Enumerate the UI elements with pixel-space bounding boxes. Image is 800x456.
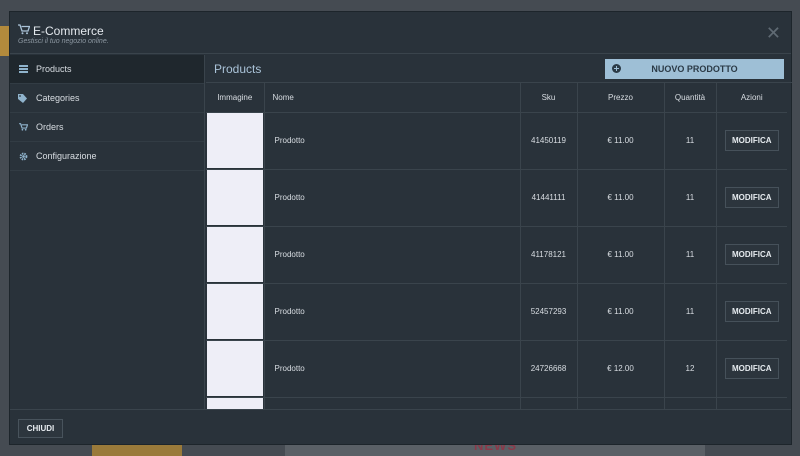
- sidebar-item-categories[interactable]: Categories: [10, 84, 204, 113]
- edit-button[interactable]: MODIFICA: [724, 187, 779, 208]
- product-image-cell: [206, 397, 265, 409]
- table-row: Prodotto 41441111 € 11.00 11 MODIFICA: [206, 169, 787, 227]
- product-actions: MODIFICA: [716, 226, 787, 284]
- product-sku: 52457293: [520, 283, 578, 341]
- product-price: € 11.00: [577, 169, 665, 227]
- page-title: Products: [214, 62, 262, 76]
- edit-button[interactable]: MODIFICA: [724, 130, 779, 151]
- modal-subtitle: Gestisci il tuo negozio online.: [18, 38, 109, 45]
- product-sku: 41178121: [520, 226, 578, 284]
- sidebar-item-label: Orders: [36, 122, 64, 132]
- modal-footer: CHIUDI: [10, 409, 791, 446]
- product-name: Prodotto: [264, 283, 521, 341]
- product-price: € 11.00: [577, 283, 665, 341]
- sidebar-item-label: Products: [36, 64, 72, 74]
- cart-icon: [18, 122, 28, 132]
- product-actions: MODIFICA: [716, 340, 787, 398]
- product-name: Prodotto: [264, 226, 521, 284]
- product-sku: 24726668: [520, 340, 578, 398]
- product-actions: MODIFICA: [716, 112, 787, 170]
- edit-button[interactable]: MODIFICA: [724, 244, 779, 265]
- sidebar: Products Categories Orders Configurazion…: [10, 55, 205, 409]
- product-thumbnail[interactable]: [206, 284, 263, 339]
- product-image-cell: [206, 112, 265, 170]
- column-header-quantity[interactable]: Quantità: [664, 83, 717, 113]
- product-quantity: 11: [664, 112, 717, 170]
- column-header-actions: Azioni: [716, 83, 787, 113]
- column-header-image: Immagine: [206, 83, 265, 113]
- modal-header: E-Commerce Gestisci il tuo negozio onlin…: [10, 12, 791, 54]
- product-actions: MODIFICA: [716, 169, 787, 227]
- ecommerce-modal: E-Commerce Gestisci il tuo negozio onlin…: [9, 11, 792, 445]
- product-price: € 11.00: [577, 226, 665, 284]
- sidebar-item-orders[interactable]: Orders: [10, 113, 204, 142]
- close-icon[interactable]: ✕: [766, 24, 781, 42]
- table-header-row: Immagine Nome Sku Prezzo Quantità Azioni: [206, 83, 787, 113]
- product-image-cell: [206, 283, 265, 341]
- list-icon: [18, 64, 28, 74]
- table-row: Prodotto 52457293 € 11.00 11 MODIFICA: [206, 283, 787, 341]
- new-product-button[interactable]: NUOVO PRODOTTO: [605, 59, 784, 79]
- table-row: Prodotto 41178121 € 11.00 11 MODIFICA: [206, 226, 787, 284]
- product-thumbnail[interactable]: [206, 227, 263, 282]
- sidebar-item-products[interactable]: Products: [10, 55, 204, 84]
- table-row: Prodotto 41450119 € 11.00 11 MODIFICA: [206, 112, 787, 170]
- product-thumbnail[interactable]: [206, 170, 263, 225]
- column-header-price[interactable]: Prezzo: [577, 83, 665, 113]
- product-actions: [716, 397, 787, 409]
- product-name: Prodotto: [264, 340, 521, 398]
- gear-icon: [18, 151, 28, 161]
- modal-title: E-Commerce: [33, 24, 104, 38]
- product-quantity: [664, 397, 717, 409]
- sidebar-item-label: Configurazione: [36, 151, 97, 161]
- product-name: Prodotto: [264, 112, 521, 170]
- product-thumbnail[interactable]: [206, 398, 263, 409]
- edit-button[interactable]: MODIFICA: [724, 301, 779, 322]
- product-sku: 41441111: [520, 169, 578, 227]
- column-header-name[interactable]: Nome: [264, 83, 521, 113]
- new-product-label: NUOVO PRODOTTO: [651, 64, 738, 74]
- product-sku: [520, 397, 578, 409]
- product-name: Prodotto: [264, 169, 521, 227]
- product-quantity: 11: [664, 283, 717, 341]
- table-row: Prodotto 24726668 € 12.00 12 MODIFICA: [206, 340, 787, 398]
- plus-circle-icon: [612, 64, 621, 73]
- product-image-cell: [206, 169, 265, 227]
- products-panel: Products NUOVO PRODOTTO Immagine Nome Sk…: [206, 55, 792, 409]
- product-price: € 11.00: [577, 112, 665, 170]
- product-name: [264, 397, 521, 409]
- sidebar-item-label: Categories: [36, 93, 80, 103]
- close-button[interactable]: CHIUDI: [18, 419, 63, 438]
- product-image-cell: [206, 340, 265, 398]
- products-table: Immagine Nome Sku Prezzo Quantità Azioni…: [206, 83, 787, 409]
- tag-icon: [18, 93, 28, 103]
- product-sku: 41450119: [520, 112, 578, 170]
- column-header-sku[interactable]: Sku: [520, 83, 578, 113]
- product-image-cell: [206, 226, 265, 284]
- product-price: [577, 397, 665, 409]
- product-quantity: 11: [664, 226, 717, 284]
- product-quantity: 12: [664, 340, 717, 398]
- sidebar-item-configurazione[interactable]: Configurazione: [10, 142, 204, 171]
- product-actions: MODIFICA: [716, 283, 787, 341]
- product-thumbnail[interactable]: [206, 113, 263, 168]
- product-quantity: 11: [664, 169, 717, 227]
- product-price: € 12.00: [577, 340, 665, 398]
- products-toolbar: Products NUOVO PRODOTTO: [206, 55, 792, 83]
- product-thumbnail[interactable]: [206, 341, 263, 396]
- edit-button[interactable]: MODIFICA: [724, 358, 779, 379]
- table-row: [206, 397, 787, 409]
